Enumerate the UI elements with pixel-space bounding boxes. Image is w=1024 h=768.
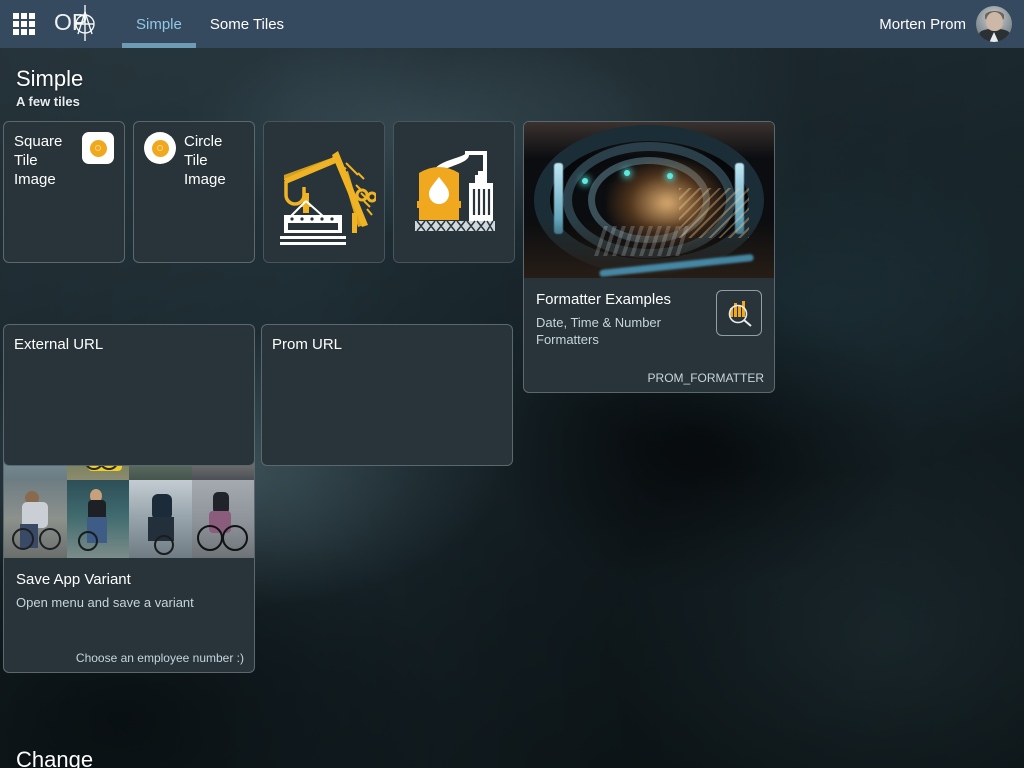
user-menu-button[interactable]: Morten Prom <box>879 6 1024 42</box>
tile-title: Circle Tile Image <box>184 132 244 189</box>
group-simple-header: Simple A few tiles <box>0 62 1024 121</box>
scifi-corridor-image <box>524 122 774 278</box>
avatar[interactable] <box>976 6 1012 42</box>
circle-tile-badge <box>144 132 176 164</box>
app-launcher-button[interactable] <box>0 0 48 48</box>
tab-some-tiles[interactable]: Some Tiles <box>196 0 298 48</box>
tile-container: Simple A few tiles Square Tile Image <box>0 48 1024 768</box>
app-logo[interactable]: OP <box>54 0 106 48</box>
oil-tank-plant-icon <box>394 122 514 262</box>
tile-title: Square Tile Image <box>14 132 74 189</box>
group-change-header: Change <box>0 743 1024 768</box>
tile-external-url[interactable]: External URL <box>3 324 255 466</box>
header-tabs: Simple Some Tiles <box>122 0 298 48</box>
tile-subtitle: Open menu and save a variant <box>16 594 242 611</box>
tile-title: Formatter Examples <box>536 290 708 309</box>
group-simple: Simple A few tiles Square Tile Image <box>0 62 1024 673</box>
tab-some-tiles-label: Some Tiles <box>210 16 284 33</box>
group-simple-tiles: Square Tile Image Circle Tile Image <box>0 121 1024 673</box>
orange-dot-icon <box>152 140 169 157</box>
tile-footer: PROM_FORMATTER <box>648 371 764 385</box>
tile-square-tile-image[interactable]: Square Tile Image <box>3 121 125 263</box>
tile-title: External URL <box>14 335 244 354</box>
tab-simple[interactable]: Simple <box>122 0 196 48</box>
construction-crane-icon <box>264 122 384 262</box>
tile-prom-url[interactable]: Prom URL <box>261 324 513 466</box>
tile-circle-tile-image[interactable]: Circle Tile Image <box>133 121 255 263</box>
app-shell: OP Simple Some Tiles Morten Prom <box>0 0 1024 768</box>
tab-simple-label: Simple <box>136 16 182 33</box>
grid-apps-icon <box>13 13 35 35</box>
tile-subtitle: Date, Time & Number Formatters <box>536 314 708 348</box>
tile-title: Save App Variant <box>16 570 242 589</box>
shell-header: OP Simple Some Tiles Morten Prom <box>0 0 1024 48</box>
bar-chart-magnifier-icon[interactable] <box>716 290 762 336</box>
tile-footer: Choose an employee number :) <box>76 651 244 665</box>
user-name-label: Morten Prom <box>879 16 966 33</box>
group-simple-title: Simple <box>16 66 1024 92</box>
square-tile-badge <box>82 132 114 164</box>
orange-dot-icon <box>90 140 107 157</box>
group-simple-subtitle: A few tiles <box>16 93 1024 111</box>
group-change-title: Change <box>16 747 1024 768</box>
tile-formatter-examples[interactable]: Formatter Examples Date, Time & Number F… <box>523 121 775 393</box>
tile-oil-tank-image[interactable] <box>393 121 515 263</box>
anchor-target-logo-icon: OP <box>54 4 106 44</box>
tile-crane-image[interactable] <box>263 121 385 263</box>
tile-title: Prom URL <box>272 335 502 354</box>
group-change: Change <box>0 743 1024 768</box>
